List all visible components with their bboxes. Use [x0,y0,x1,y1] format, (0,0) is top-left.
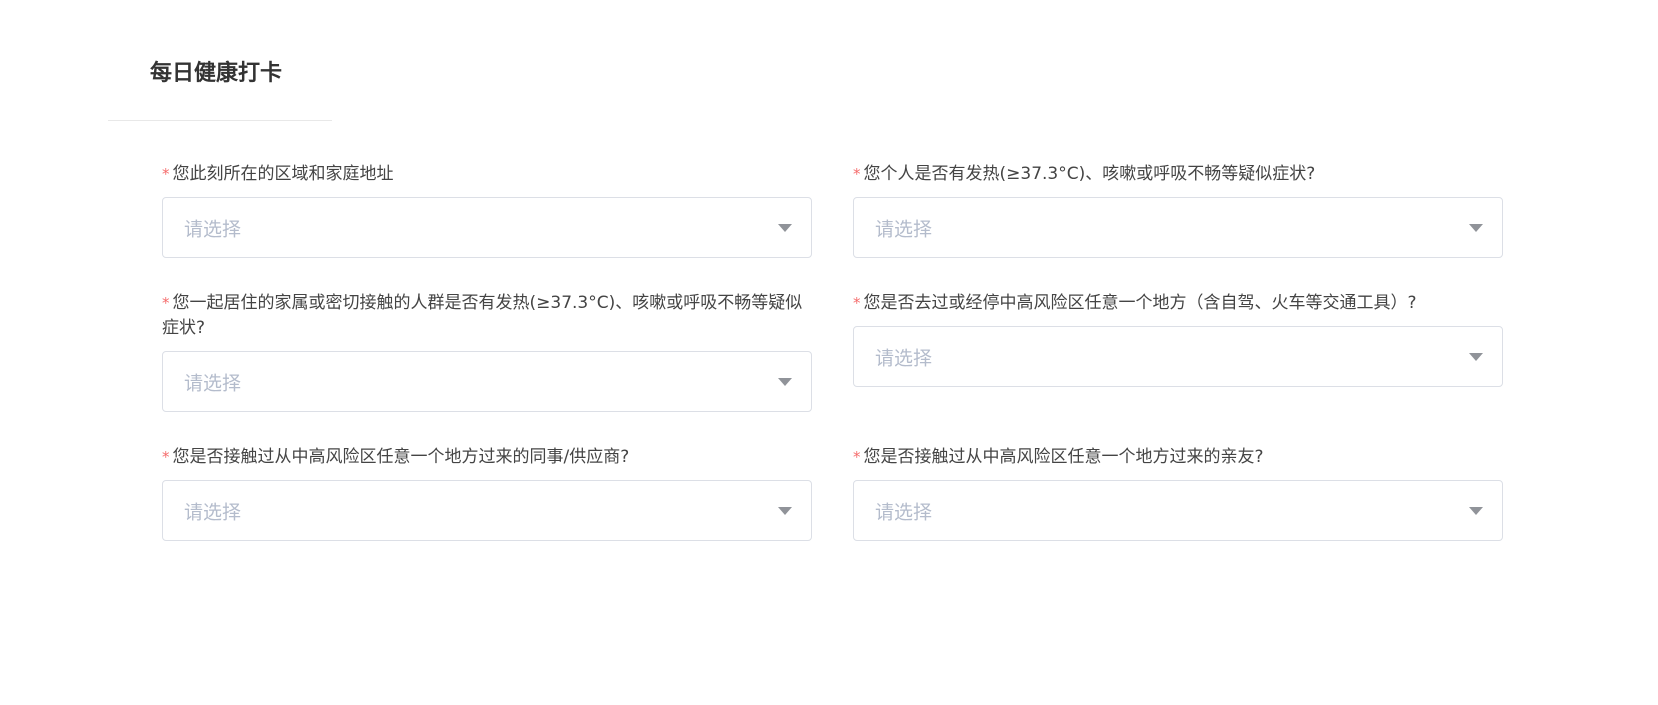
select-placeholder: 请选择 [875,218,933,240]
required-mark: * [853,294,861,312]
colleague-contact-select[interactable]: 请选择 [162,480,812,541]
personal-symptoms-select[interactable]: 请选择 [853,197,1503,258]
required-mark: * [162,165,170,183]
field-label: * 您此刻所在的区域和家庭地址 [162,162,812,187]
chevron-down-icon [778,506,792,515]
field-label: * 您是否接触过从中高风险区任意一个地方过来的同事/供应商? [162,445,812,470]
select-placeholder: 请选择 [184,501,242,523]
relative-contact-select[interactable]: 请选择 [853,480,1503,541]
field-label-text: 您是否接触过从中高风险区任意一个地方过来的亲友? [863,447,1264,467]
required-mark: * [853,165,861,183]
chevron-down-icon [1469,223,1483,232]
field-label-text: 您一起居住的家属或密切接触的人群是否有发热(≥37.3°C)、咳嗽或呼吸不畅等疑… [162,293,803,338]
field-label: * 您一起居住的家属或密切接触的人群是否有发热(≥37.3°C)、咳嗽或呼吸不畅等… [162,291,812,341]
field-label-text: 您是否接触过从中高风险区任意一个地方过来的同事/供应商? [172,447,630,467]
field-label: * 您是否去过或经停中高风险区任意一个地方（含自驾、火车等交通工具）? [853,291,1503,316]
required-mark: * [162,448,170,466]
field-personal-symptoms: * 您个人是否有发热(≥37.3°C)、咳嗽或呼吸不畅等疑似症状? 请选择 [853,162,1503,258]
chevron-down-icon [1469,506,1483,515]
select-placeholder: 请选择 [184,218,242,240]
title-divider [108,120,332,121]
select-placeholder: 请选择 [184,372,242,394]
select-placeholder: 请选择 [875,501,933,523]
field-label-text: 您是否去过或经停中高风险区任意一个地方（含自驾、火车等交通工具）? [863,293,1417,313]
field-household-symptoms: * 您一起居住的家属或密切接触的人群是否有发热(≥37.3°C)、咳嗽或呼吸不畅等… [162,291,812,412]
field-location: * 您此刻所在的区域和家庭地址 请选择 [162,162,812,258]
field-label: * 您是否接触过从中高风险区任意一个地方过来的亲友? [853,445,1503,470]
field-label-text: 您个人是否有发热(≥37.3°C)、咳嗽或呼吸不畅等疑似症状? [863,164,1316,184]
page-title: 每日健康打卡 [150,61,283,86]
household-symptoms-select[interactable]: 请选择 [162,351,812,412]
field-colleague-contact: * 您是否接触过从中高风险区任意一个地方过来的同事/供应商? 请选择 [162,445,812,541]
chevron-down-icon [1469,352,1483,361]
required-mark: * [853,448,861,466]
field-label-text: 您此刻所在的区域和家庭地址 [172,164,394,184]
required-mark: * [162,294,170,312]
chevron-down-icon [778,377,792,386]
location-select[interactable]: 请选择 [162,197,812,258]
chevron-down-icon [778,223,792,232]
field-relative-contact: * 您是否接触过从中高风险区任意一个地方过来的亲友? 请选择 [853,445,1503,541]
risk-area-travel-select[interactable]: 请选择 [853,326,1503,387]
clipped-next-field-label [160,572,280,578]
field-risk-area-travel: * 您是否去过或经停中高风险区任意一个地方（含自驾、火车等交通工具）? 请选择 [853,291,1503,387]
select-placeholder: 请选择 [875,347,933,369]
field-label: * 您个人是否有发热(≥37.3°C)、咳嗽或呼吸不畅等疑似症状? [853,162,1503,187]
